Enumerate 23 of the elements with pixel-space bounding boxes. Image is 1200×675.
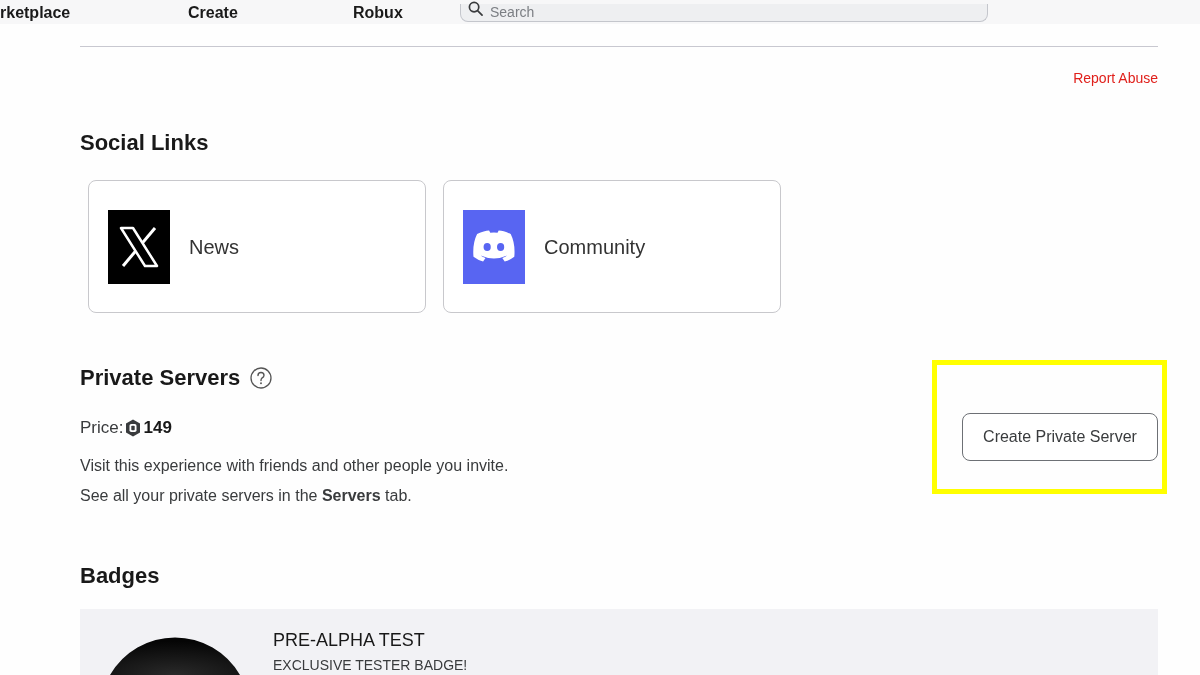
x-logo-icon xyxy=(108,209,170,284)
badge-name: PRE-ALPHA TEST xyxy=(273,629,425,651)
report-abuse-link[interactable]: Report Abuse xyxy=(1073,69,1158,87)
badge-description: EXCLUSIVE TESTER BADGE! xyxy=(273,657,468,673)
create-private-server-button[interactable]: Create Private Server xyxy=(962,413,1158,461)
section-heading: Social Links xyxy=(80,129,209,157)
nav-link[interactable]: Robux xyxy=(353,4,403,21)
section-heading: Badges xyxy=(80,562,160,590)
help-icon[interactable] xyxy=(250,367,273,389)
search-icon xyxy=(468,1,483,16)
social-link-card[interactable]: Community xyxy=(443,180,781,313)
nav-link[interactable]: Create xyxy=(188,4,238,21)
price-label: Price: xyxy=(80,417,124,439)
description-text: Visit this experience with friends and other people you invite. xyxy=(80,456,509,476)
controller-logo-icon xyxy=(463,209,525,284)
social-link-card[interactable]: News xyxy=(88,180,426,313)
description-text: See all your private servers in the Servers tab. xyxy=(80,486,412,506)
currency-icon xyxy=(125,419,142,437)
search-field[interactable]: Search xyxy=(460,3,988,22)
badge-card[interactable]: PRE-ALPHA TEST EXCLUSIVE TESTER BADGE! xyxy=(80,609,1158,675)
price-value: 149 xyxy=(143,417,172,439)
section-heading: Private Servers xyxy=(80,364,241,392)
nav-link[interactable]: rketplace xyxy=(0,4,71,21)
